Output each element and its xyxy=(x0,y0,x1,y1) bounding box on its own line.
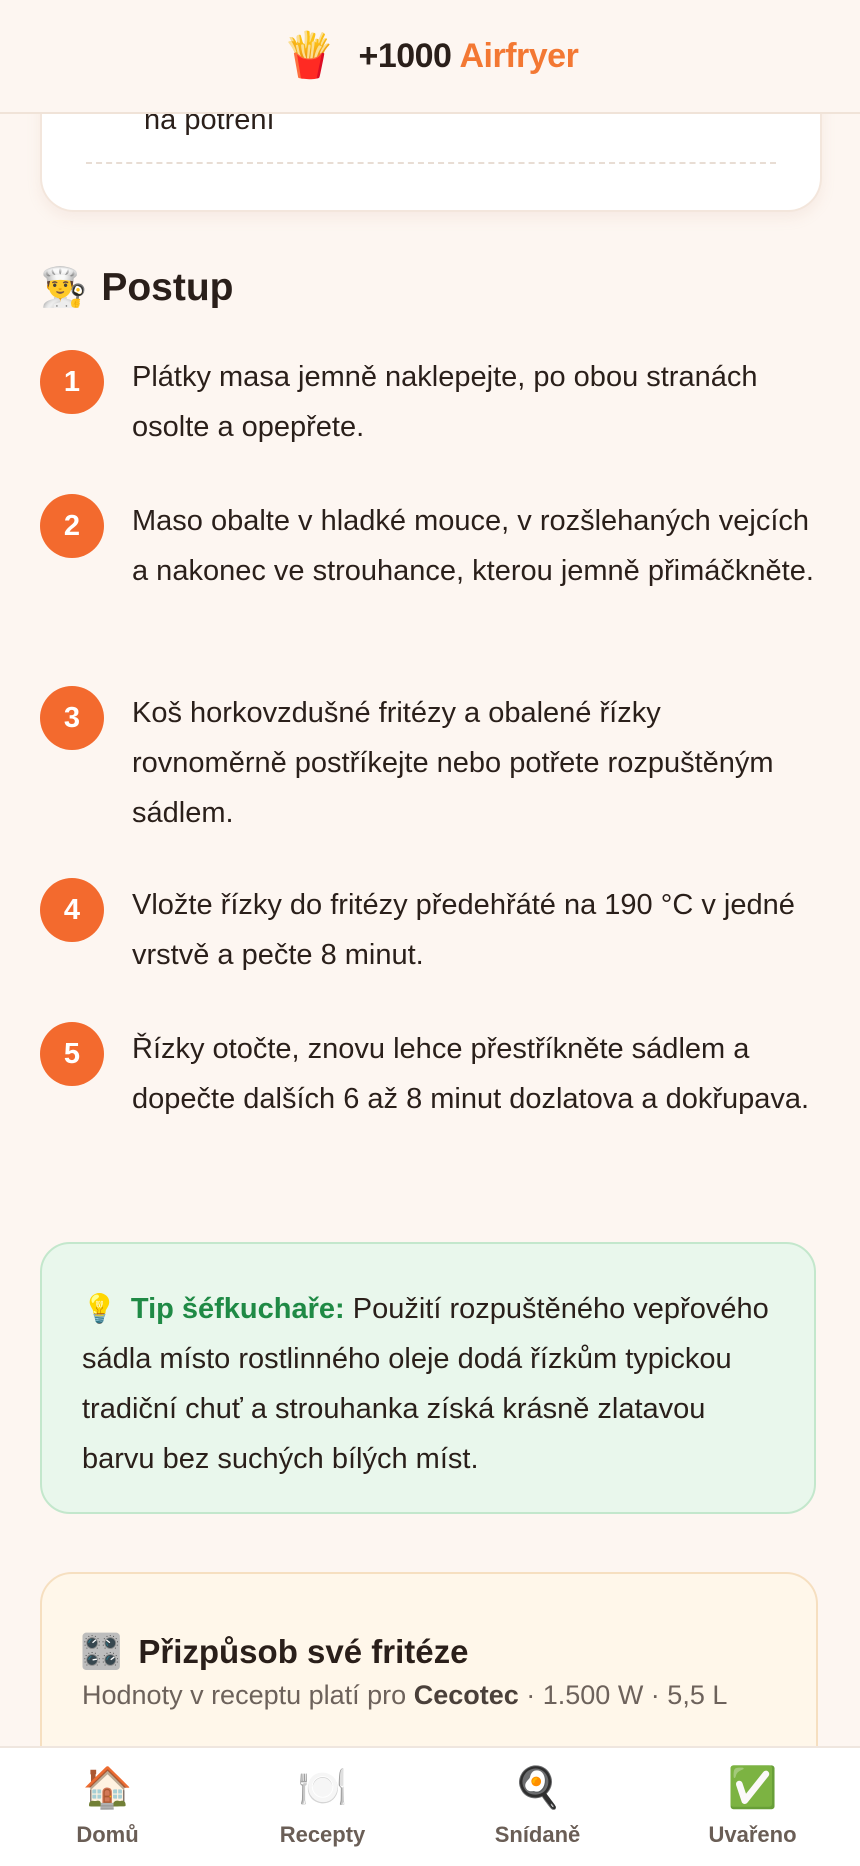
step-number-badge: 1 xyxy=(40,350,104,414)
nav-item-recipes[interactable]: 🍽️ Recepty xyxy=(215,1748,430,1866)
lightbulb-icon: 💡 xyxy=(82,1293,117,1324)
bottom-navigation: 🏠 Domů 🍽️ Recepty 🍳 Snídaně ✅ Uvařeno xyxy=(0,1746,860,1866)
step-text: Vložte řízky do fritézy předehřáté na 19… xyxy=(132,889,795,971)
customize-heading: 🎛️ Přizpůsob své fritéze xyxy=(80,1632,468,1672)
step-text: Řízky otočte, znovu lehce přestříkněte s… xyxy=(132,1033,810,1115)
step-number-badge: 2 xyxy=(40,494,104,558)
app-header: 🍟 +1000 Airfryer xyxy=(0,0,860,114)
control-knobs-icon: 🎛️ xyxy=(80,1633,123,1671)
step-number-badge: 3 xyxy=(40,686,104,750)
nav-item-cooked[interactable]: ✅ Uvařeno xyxy=(645,1748,860,1866)
procedure-heading: 👨‍🍳 Postup xyxy=(40,266,234,310)
nav-item-home[interactable]: 🏠 Domů xyxy=(0,1748,215,1866)
step-text: Maso obalte v hladké mouce, v rozšlehaný… xyxy=(132,505,814,587)
plate-cutlery-icon: 🍽️ xyxy=(297,1766,348,1810)
nav-item-breakfast[interactable]: 🍳 Snídaně xyxy=(430,1748,645,1866)
nav-label: Snídaně xyxy=(494,1822,581,1847)
ingredient-divider xyxy=(86,162,776,164)
nav-label: Recepty xyxy=(279,1822,366,1847)
customize-title: Přizpůsob své fritéze xyxy=(138,1633,469,1670)
frying-pan-icon: 🍳 xyxy=(512,1766,563,1810)
step-number-badge: 4 xyxy=(40,878,104,942)
chef-icon: 👨‍🍳 xyxy=(40,267,88,309)
customize-description: Hodnoty v receptu platí pro Cecotec · 1.… xyxy=(82,1680,727,1711)
customize-desc-prefix: Hodnoty v receptu platí pro xyxy=(82,1680,407,1710)
chef-tip-title: Tip šéfkuchaře: xyxy=(130,1293,345,1325)
step-text: Koš horkovzdušné fritézy a obalené řízky… xyxy=(132,697,774,829)
step-text: Plátky masa jemně naklepejte, po obou st… xyxy=(132,361,758,443)
brand-count: +1000 xyxy=(358,36,452,75)
chef-tip-content: 💡 Tip šéfkuchaře: Použití rozpuštěného ve… xyxy=(82,1284,782,1484)
fryer-brand: Cecotec xyxy=(413,1680,519,1710)
check-mark-icon: ✅ xyxy=(727,1766,778,1810)
nav-label: Uvařeno xyxy=(708,1822,797,1847)
brand-name: Airfryer xyxy=(459,36,579,75)
fries-logo-icon: 🍟 xyxy=(281,31,337,80)
nav-label: Domů xyxy=(76,1822,139,1847)
fryer-specs: · 1.500 W · 5,5 L xyxy=(526,1680,728,1710)
step-number-badge: 5 xyxy=(40,1022,104,1086)
chef-tip-box: 💡 Tip šéfkuchaře: Použití rozpuštěného ve… xyxy=(40,1242,816,1514)
procedure-title: Postup xyxy=(101,266,234,309)
house-icon: 🏠 xyxy=(82,1766,133,1810)
brand-title[interactable]: +1000 Airfryer xyxy=(358,37,578,76)
